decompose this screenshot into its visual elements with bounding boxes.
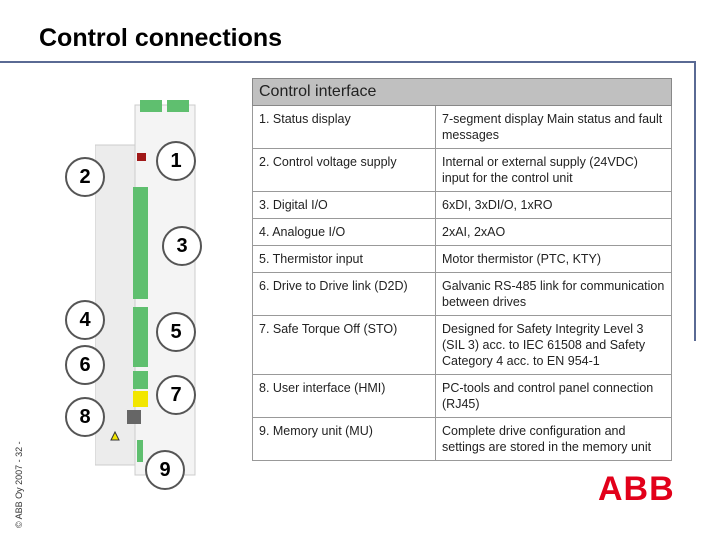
row-desc: Designed for Safety Integrity Level 3 (S… [435,315,672,375]
row-desc: 6xDI, 3xDI/O, 1xRO [435,191,672,219]
table-row: 9. Memory unit (MU) Complete drive config… [252,417,672,461]
callout-6: 6 [65,345,105,385]
row-label: 2. Control voltage supply [252,148,436,192]
row-label: 9. Memory unit (MU) [252,417,436,461]
row-desc: 7-segment display Main status and fault … [435,105,672,149]
table-row: 6. Drive to Drive link (D2D) Galvanic RS-… [252,272,672,316]
row-desc: Galvanic RS-485 link for communication b… [435,272,672,316]
callout-3: 3 [162,226,202,266]
callout-2: 2 [65,157,105,197]
row-label: 5. Thermistor input [252,245,436,273]
frame-line-top [0,61,696,63]
table-row: 1. Status display 7-segment display Main … [252,105,672,149]
table-row: 5. Thermistor input Motor thermistor (PTC… [252,245,672,273]
callout-1: 1 [156,141,196,181]
row-label: 4. Analogue I/O [252,218,436,246]
row-label: 8. User interface (HMI) [252,374,436,418]
callout-5: 5 [156,312,196,352]
row-label: 3. Digital I/O [252,191,436,219]
frame-line-right [694,61,696,341]
row-label: 7. Safe Torque Off (STO) [252,315,436,375]
table-row: 3. Digital I/O 6xDI, 3xDI/O, 1xRO [252,191,672,219]
row-desc: Internal or external supply (24VDC) inpu… [435,148,672,192]
table-row: 4. Analogue I/O 2xAI, 2xAO [252,218,672,246]
callout-4: 4 [65,300,105,340]
table-row: 2. Control voltage supply Internal or ext… [252,148,672,192]
table-row: 7. Safe Torque Off (STO) Designed for Saf… [252,315,672,375]
page-title: Control connections [39,24,283,52]
abb-logo: ABB [598,470,675,508]
table-row: 8. User interface (HMI) PC-tools and cont… [252,374,672,418]
row-label: 1. Status display [252,105,436,149]
row-desc: 2xAI, 2xAO [435,218,672,246]
row-label: 6. Drive to Drive link (D2D) [252,272,436,316]
table-header: Control interface [252,78,672,106]
callout-7: 7 [156,375,196,415]
row-desc: Motor thermistor (PTC, KTY) [435,245,672,273]
copyright: © ABB Oy 2007 - 32 - [14,441,24,528]
callout-9: 9 [145,450,185,490]
control-interface-table: Control interface 1. Status display 7-seg… [252,78,672,461]
callout-8: 8 [65,397,105,437]
row-desc: Complete drive configuration and setting… [435,417,672,461]
row-desc: PC-tools and control panel connection (R… [435,374,672,418]
